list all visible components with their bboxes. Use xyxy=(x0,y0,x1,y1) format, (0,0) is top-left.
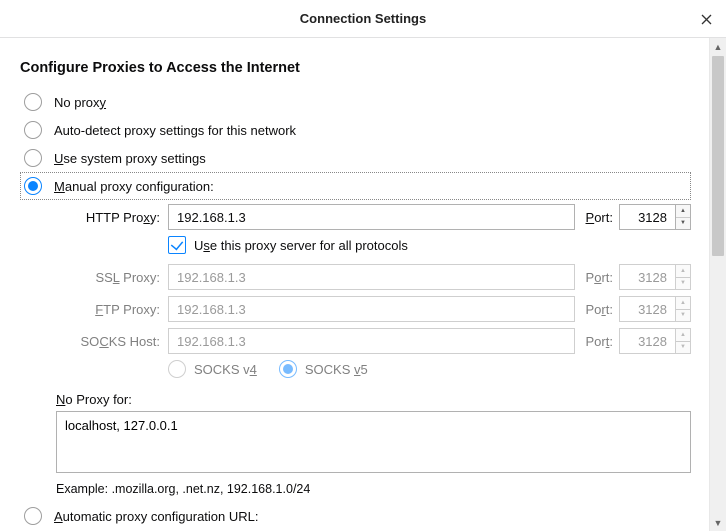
dialog-title: Connection Settings xyxy=(300,11,426,26)
http-port-spinner[interactable]: ▲ ▼ xyxy=(675,204,691,230)
radio-icon xyxy=(279,360,297,378)
option-label: No proxy xyxy=(54,95,106,110)
socks-host-row: SOCKS Host: Port: ▲ ▼ xyxy=(56,328,691,354)
ssl-port-input xyxy=(619,264,675,290)
use-for-all-label: Use this proxy server for all protocols xyxy=(194,238,408,253)
option-label: Use system proxy settings xyxy=(54,151,206,166)
radio-icon xyxy=(24,93,42,111)
socks-v4-option[interactable]: SOCKS v4 xyxy=(168,360,257,378)
socks-port-spinner: ▲ ▼ xyxy=(675,328,691,354)
spinner-up-icon: ▲ xyxy=(676,265,690,278)
ftp-port-wrap: ▲ ▼ xyxy=(619,296,691,322)
socks-port-input xyxy=(619,328,675,354)
no-proxy-example-text: Example: .mozilla.org, .net.nz, 192.168.… xyxy=(56,482,691,496)
dialog-titlebar: Connection Settings xyxy=(0,0,726,38)
ftp-proxy-row: FTP Proxy: Port: ▲ ▼ xyxy=(56,296,691,322)
scroll-down-icon[interactable]: ▼ xyxy=(710,514,726,531)
http-port-input[interactable] xyxy=(619,204,675,230)
option-use-system[interactable]: Use system proxy settings xyxy=(20,144,691,172)
spinner-up-icon: ▲ xyxy=(676,329,690,342)
socks-v5-option[interactable]: SOCKS v5 xyxy=(279,360,368,378)
spinner-down-icon: ▼ xyxy=(676,342,690,354)
socks-v5-label: SOCKS v5 xyxy=(305,362,368,377)
spinner-up-icon[interactable]: ▲ xyxy=(676,205,690,218)
close-button[interactable] xyxy=(686,0,726,38)
manual-proxy-fields: HTTP Proxy: Port: ▲ ▼ Use this proxy ser… xyxy=(56,204,691,496)
ftp-port-spinner: ▲ ▼ xyxy=(675,296,691,322)
spinner-down-icon[interactable]: ▼ xyxy=(676,218,690,230)
http-proxy-input[interactable] xyxy=(168,204,575,230)
radio-icon xyxy=(24,177,42,195)
no-proxy-for-input[interactable] xyxy=(56,411,691,473)
scroll-up-icon[interactable]: ▲ xyxy=(710,38,726,55)
ssl-port-wrap: ▲ ▼ xyxy=(619,264,691,290)
use-for-all-row[interactable]: Use this proxy server for all protocols xyxy=(168,236,691,254)
spinner-up-icon: ▲ xyxy=(676,297,690,310)
ssl-port-spinner: ▲ ▼ xyxy=(675,264,691,290)
radio-icon xyxy=(24,149,42,167)
ftp-proxy-label: FTP Proxy: xyxy=(56,302,168,317)
vertical-scrollbar[interactable]: ▲ ▼ xyxy=(709,38,726,531)
option-no-proxy[interactable]: No proxy xyxy=(20,88,691,116)
socks-host-label: SOCKS Host: xyxy=(56,334,168,349)
close-icon xyxy=(701,14,712,25)
socks-v4-label: SOCKS v4 xyxy=(194,362,257,377)
http-port-label: Port: xyxy=(575,210,619,225)
socks-port-label: Port: xyxy=(575,334,619,349)
ftp-port-label: Port: xyxy=(575,302,619,317)
ftp-port-input xyxy=(619,296,675,322)
dialog-content: Configure Proxies to Access the Internet… xyxy=(0,38,709,531)
no-proxy-for-label: No Proxy for: xyxy=(56,392,691,407)
option-auto-config-url[interactable]: Automatic proxy configuration URL: xyxy=(20,502,691,530)
ssl-port-label: Port: xyxy=(575,270,619,285)
spinner-down-icon: ▼ xyxy=(676,278,690,290)
http-proxy-label: HTTP Proxy: xyxy=(56,210,168,225)
ssl-proxy-input xyxy=(168,264,575,290)
radio-icon xyxy=(168,360,186,378)
ssl-proxy-row: SSL Proxy: Port: ▲ ▼ xyxy=(56,264,691,290)
socks-host-input xyxy=(168,328,575,354)
scrollbar-thumb[interactable] xyxy=(712,56,724,256)
http-proxy-row: HTTP Proxy: Port: ▲ ▼ xyxy=(56,204,691,230)
socks-port-wrap: ▲ ▼ xyxy=(619,328,691,354)
option-label: Manual proxy configuration: xyxy=(54,179,214,194)
ssl-proxy-label: SSL Proxy: xyxy=(56,270,168,285)
ftp-proxy-input xyxy=(168,296,575,322)
option-auto-detect[interactable]: Auto-detect proxy settings for this netw… xyxy=(20,116,691,144)
spinner-down-icon: ▼ xyxy=(676,310,690,322)
radio-icon xyxy=(24,507,42,525)
section-heading: Configure Proxies to Access the Internet xyxy=(20,60,691,76)
option-label: Automatic proxy configuration URL: xyxy=(54,509,258,524)
checkbox-icon xyxy=(168,236,186,254)
option-label: Auto-detect proxy settings for this netw… xyxy=(54,123,296,138)
radio-icon xyxy=(24,121,42,139)
option-manual-proxy[interactable]: Manual proxy configuration: xyxy=(20,172,691,200)
http-port-wrap: ▲ ▼ xyxy=(619,204,691,230)
socks-version-row: SOCKS v4 SOCKS v5 xyxy=(168,360,691,378)
